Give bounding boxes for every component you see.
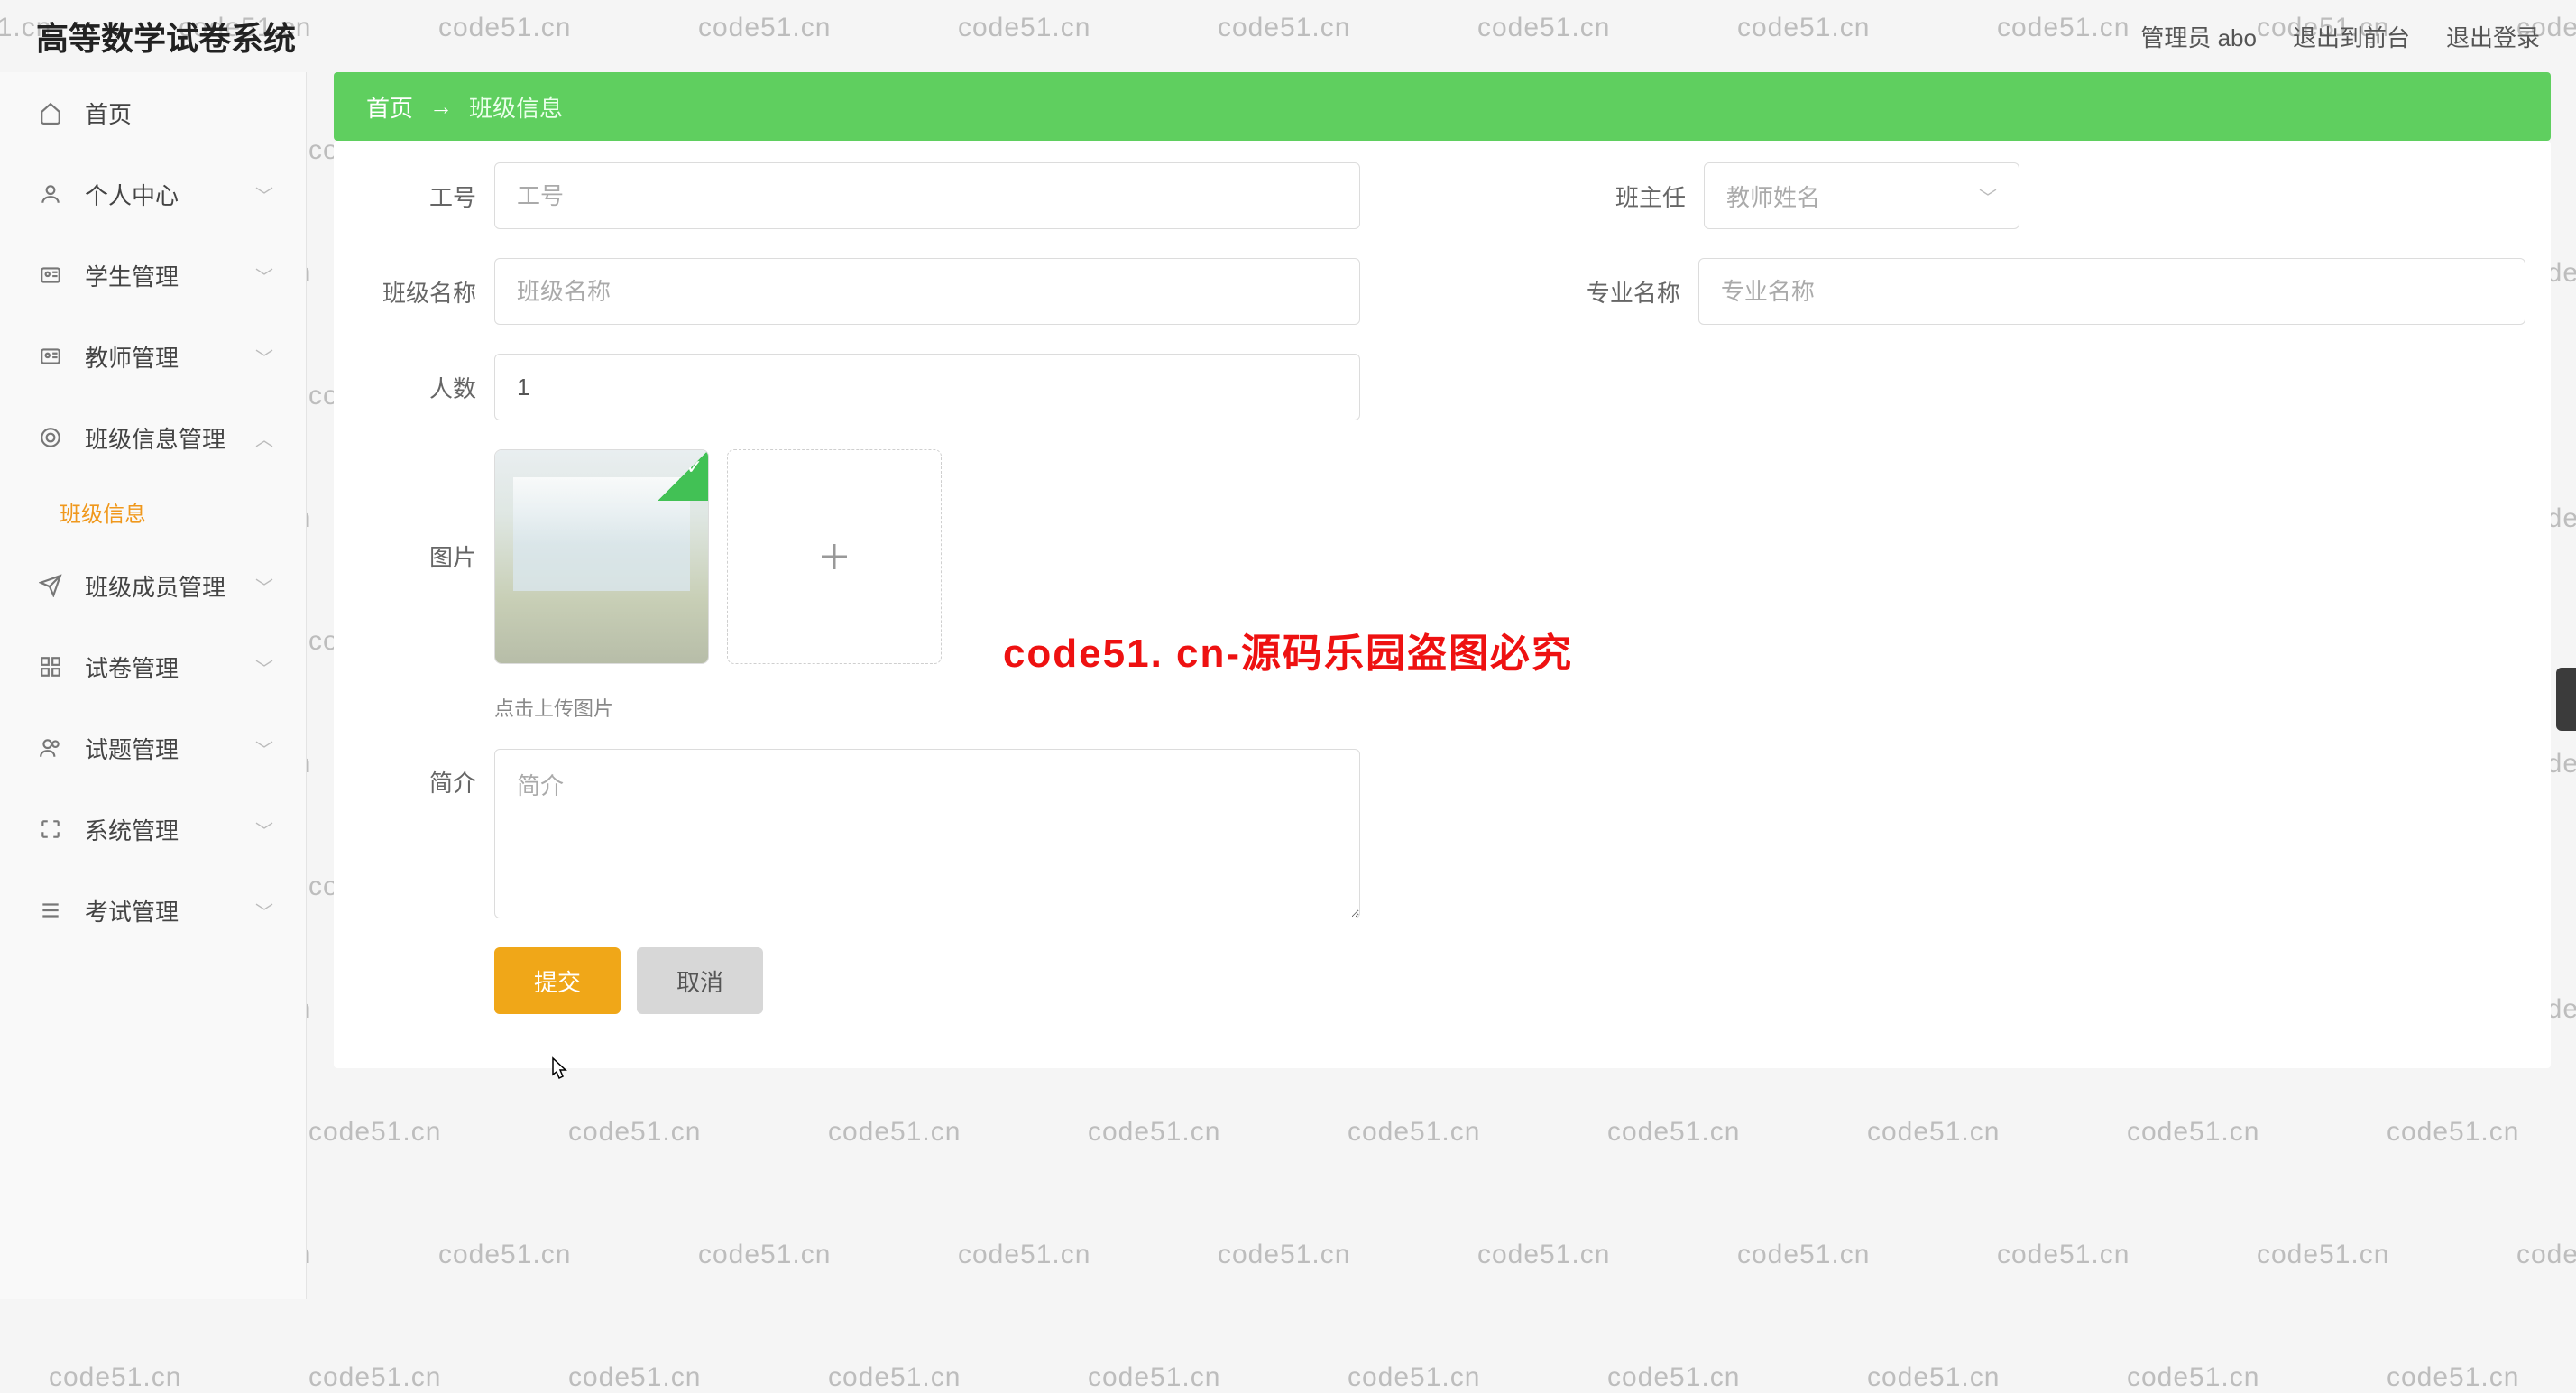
menu-members[interactable]: 班级成员管理 ﹀ xyxy=(0,545,306,626)
chevron-down-icon: ﹀ xyxy=(255,816,273,843)
chevron-down-icon: ﹀ xyxy=(255,735,273,761)
target-icon xyxy=(36,426,65,449)
main: 首页 → 班级信息 工号 班主任 教师姓名 ﹀ 班级名称 专业 xyxy=(334,72,2551,1299)
app-title: 高等数学试卷系统 xyxy=(36,13,296,60)
menu-label: 试题管理 xyxy=(85,732,179,765)
breadcrumb-separator: → xyxy=(429,93,453,121)
user-icon xyxy=(36,182,65,206)
chevron-down-icon: ﹀ xyxy=(255,181,273,208)
label-image: 图片 xyxy=(359,540,476,573)
menu-teacher[interactable]: 教师管理 ﹀ xyxy=(0,316,306,397)
breadcrumb: 首页 → 班级信息 xyxy=(334,72,2551,141)
menu-label: 考试管理 xyxy=(85,894,179,927)
bars-icon xyxy=(36,899,65,922)
chevron-down-icon: ﹀ xyxy=(1979,183,1997,209)
label-intro: 简介 xyxy=(359,765,476,798)
sidebar: 首页 个人中心 ﹀ 学生管理 ﹀ 教师管理 ﹀ 班级信息管理 ︿ 班级信息 班级… xyxy=(0,72,307,1299)
frame-icon xyxy=(36,817,65,841)
menu-label: 系统管理 xyxy=(85,813,179,846)
menu-label: 试卷管理 xyxy=(85,650,179,684)
menu-student[interactable]: 学生管理 ﹀ xyxy=(0,235,306,316)
menu-paper[interactable]: 试卷管理 ﹀ xyxy=(0,626,306,707)
label-ban-zhu-ren: 班主任 xyxy=(1569,180,1686,213)
breadcrumb-root[interactable]: 首页 xyxy=(366,90,413,124)
grid-icon xyxy=(36,655,65,678)
menu-exam[interactable]: 考试管理 ﹀ xyxy=(0,870,306,951)
input-class-name[interactable] xyxy=(494,258,1360,325)
textarea-intro[interactable] xyxy=(494,749,1360,918)
menu-profile[interactable]: 个人中心 ﹀ xyxy=(0,153,306,235)
input-count[interactable] xyxy=(494,354,1360,420)
chevron-down-icon: ﹀ xyxy=(255,898,273,924)
exit-front-link[interactable]: 退出到前台 xyxy=(2293,20,2410,53)
menu-label: 首页 xyxy=(85,97,132,130)
chevron-down-icon: ﹀ xyxy=(255,654,273,680)
cancel-button[interactable]: 取消 xyxy=(637,947,763,1014)
image-thumbnail[interactable]: ✓ xyxy=(494,449,709,664)
admin-label[interactable]: 管理员 abo xyxy=(2140,20,2257,53)
upload-add-button[interactable] xyxy=(727,449,942,664)
menu-label: 教师管理 xyxy=(85,340,179,374)
header: 高等数学试卷系统 管理员 abo 退出到前台 退出登录 xyxy=(0,0,2576,72)
menu-home[interactable]: 首页 xyxy=(0,72,306,153)
submenu-class-list[interactable]: 班级信息 xyxy=(0,478,306,545)
input-gong-hao[interactable] xyxy=(494,162,1360,229)
label-major: 专业名称 xyxy=(1569,275,1680,309)
card-icon xyxy=(36,263,65,287)
breadcrumb-current: 班级信息 xyxy=(469,90,563,124)
chevron-up-icon: ︿ xyxy=(255,425,273,451)
send-icon xyxy=(36,574,65,597)
drawer-handle[interactable] xyxy=(2556,668,2576,731)
menu-question[interactable]: 试题管理 ﹀ xyxy=(0,707,306,789)
class-form: 工号 班主任 教师姓名 ﹀ 班级名称 专业名称 人 xyxy=(334,141,2551,1068)
menu-system[interactable]: 系统管理 ﹀ xyxy=(0,789,306,870)
submit-button[interactable]: 提交 xyxy=(494,947,621,1014)
input-major[interactable] xyxy=(1698,258,2525,325)
upload-tip: 点击上传图片 xyxy=(494,693,2525,722)
chevron-down-icon: ﹀ xyxy=(255,573,273,599)
select-placeholder: 教师姓名 xyxy=(1726,180,1820,213)
label-gong-hao: 工号 xyxy=(359,180,476,213)
menu-label: 班级成员管理 xyxy=(85,569,225,603)
logout-link[interactable]: 退出登录 xyxy=(2446,20,2540,53)
check-icon: ✓ xyxy=(658,450,708,501)
chevron-down-icon: ﹀ xyxy=(255,344,273,370)
chevron-down-icon: ﹀ xyxy=(255,263,273,289)
select-teacher[interactable]: 教师姓名 ﹀ xyxy=(1704,162,2019,229)
label-count: 人数 xyxy=(359,371,476,404)
menu-label: 个人中心 xyxy=(85,178,179,211)
menu-class-info[interactable]: 班级信息管理 ︿ xyxy=(0,397,306,478)
users-icon xyxy=(36,736,65,760)
label-class-name: 班级名称 xyxy=(359,275,476,309)
menu-label: 班级信息管理 xyxy=(85,421,225,455)
menu-label: 学生管理 xyxy=(85,259,179,292)
header-right: 管理员 abo 退出到前台 退出登录 xyxy=(2140,20,2540,53)
home-icon xyxy=(36,101,65,125)
card-icon xyxy=(36,345,65,368)
